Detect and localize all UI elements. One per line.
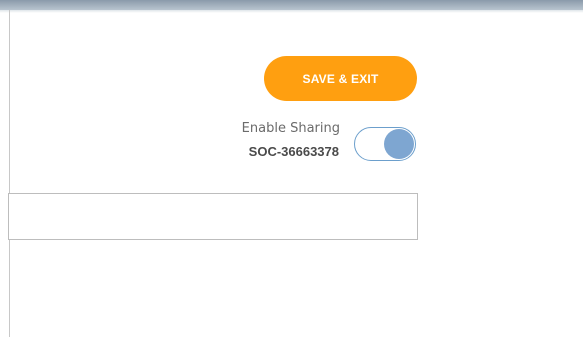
text-input-field[interactable] bbox=[8, 193, 418, 240]
enable-sharing-toggle[interactable] bbox=[354, 127, 416, 161]
soc-id-label: SOC-36663378 bbox=[248, 144, 339, 159]
top-bar-shadow bbox=[0, 10, 583, 13]
save-and-exit-button[interactable]: SAVE & EXIT bbox=[264, 56, 417, 101]
toggle-knob[interactable] bbox=[384, 129, 414, 159]
panel-left-border bbox=[9, 10, 10, 337]
enable-sharing-label: Enable Sharing bbox=[241, 121, 340, 136]
top-bar bbox=[0, 0, 583, 10]
